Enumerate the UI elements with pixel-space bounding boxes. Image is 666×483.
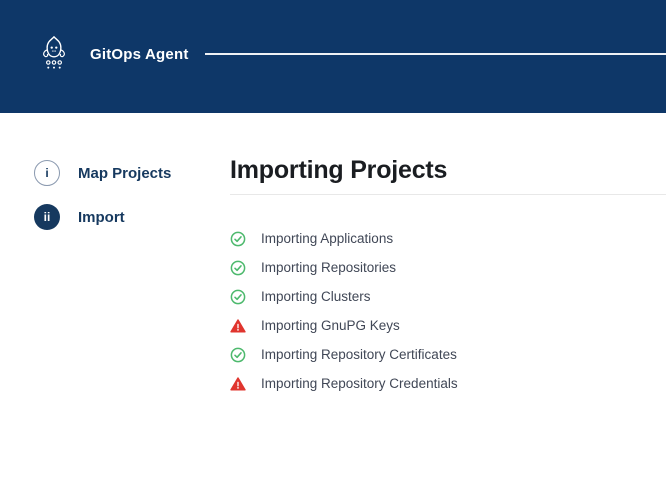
task-label: Importing Repository Certificates bbox=[261, 347, 457, 363]
brand-title: GitOps Agent bbox=[90, 46, 189, 63]
check-circle-icon bbox=[230, 347, 246, 363]
import-task-list: Importing Applications Importing Reposito… bbox=[230, 231, 666, 392]
warning-triangle-icon bbox=[230, 318, 246, 334]
task-label: Importing Applications bbox=[261, 231, 393, 247]
task-row-importing-repository-certificates: Importing Repository Certificates bbox=[230, 347, 666, 363]
task-row-importing-clusters: Importing Clusters bbox=[230, 289, 666, 305]
check-circle-icon bbox=[230, 260, 246, 276]
step-label: Map Projects bbox=[78, 165, 171, 182]
title-divider bbox=[230, 194, 666, 195]
argo-octopus-logo-icon bbox=[38, 35, 70, 74]
task-row-importing-applications: Importing Applications bbox=[230, 231, 666, 247]
main-panel: Importing Projects Importing Application… bbox=[230, 113, 666, 392]
task-row-importing-repositories: Importing Repositories bbox=[230, 260, 666, 276]
task-row-importing-repository-credentials: Importing Repository Credentials bbox=[230, 376, 666, 392]
warning-triangle-icon bbox=[230, 376, 246, 392]
app-header: GitOps Agent bbox=[0, 0, 666, 113]
check-circle-icon bbox=[230, 231, 246, 247]
task-row-importing-gnupg-keys: Importing GnuPG Keys bbox=[230, 318, 666, 334]
step-label: Import bbox=[78, 209, 125, 226]
wizard-step-map-projects[interactable]: i Map Projects bbox=[34, 160, 230, 186]
wizard-step-import[interactable]: ii Import bbox=[34, 204, 230, 230]
check-circle-icon bbox=[230, 289, 246, 305]
task-label: Importing GnuPG Keys bbox=[261, 318, 400, 334]
task-label: Importing Repositories bbox=[261, 260, 396, 276]
page-title: Importing Projects bbox=[230, 155, 666, 185]
task-label: Importing Clusters bbox=[261, 289, 371, 305]
page-content: i Map Projects ii Import Importing Projects… bbox=[0, 113, 666, 392]
header-divider-line bbox=[205, 53, 666, 55]
step-marker-icon: i bbox=[34, 160, 60, 186]
wizard-step-nav: i Map Projects ii Import bbox=[0, 113, 230, 392]
task-label: Importing Repository Credentials bbox=[261, 376, 458, 392]
step-marker-icon: ii bbox=[34, 204, 60, 230]
